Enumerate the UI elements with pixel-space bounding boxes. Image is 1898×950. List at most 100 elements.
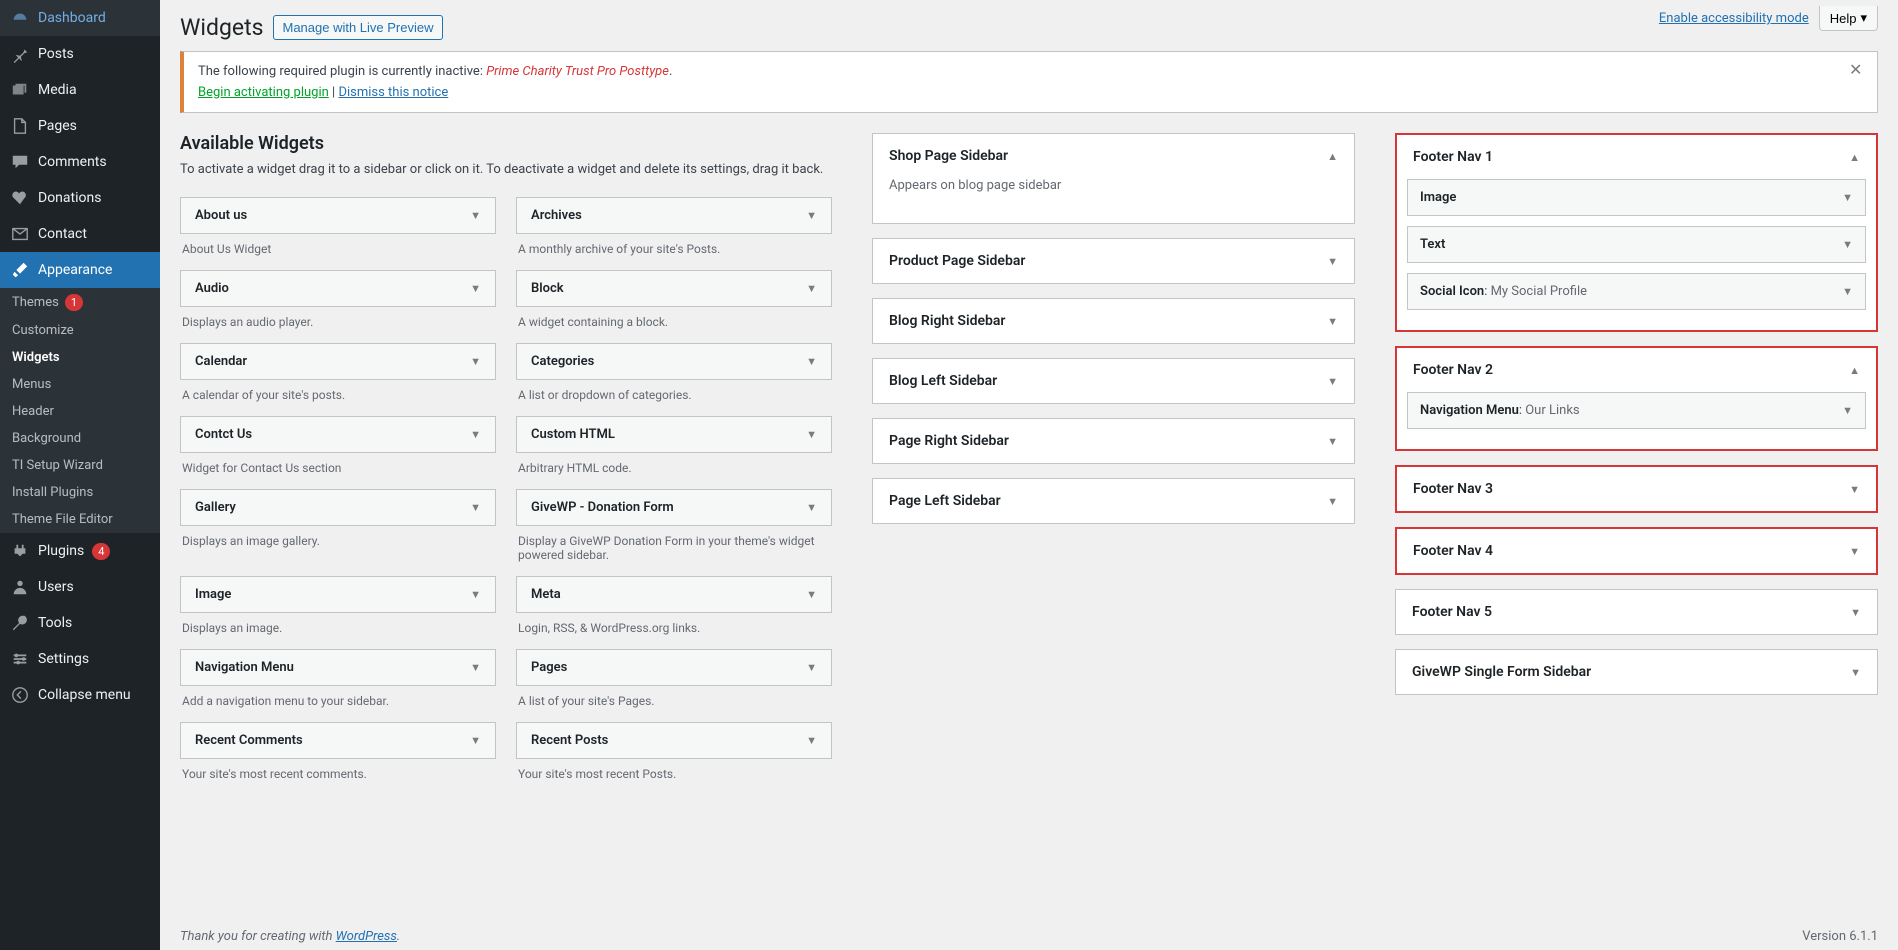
sidebar-item-collapse-menu[interactable]: Collapse menu — [0, 677, 160, 713]
widget-desc: A list of your site's Pages. — [516, 686, 832, 708]
available-widget-navigation-menu[interactable]: Navigation Menu▼ — [180, 649, 496, 686]
help-button[interactable]: Help ▾ — [1819, 6, 1878, 31]
sidebar-item-settings[interactable]: Settings — [0, 641, 160, 677]
settings-icon — [10, 649, 30, 669]
sidebar-item-pages[interactable]: Pages — [0, 108, 160, 144]
widget-area-header[interactable]: Shop Page Sidebar▲ — [873, 134, 1354, 178]
sidebar-item-plugins[interactable]: Plugins4 — [0, 533, 160, 569]
widget-area-header[interactable]: Footer Nav 3▼ — [1397, 467, 1876, 511]
sidebar-item-dashboard[interactable]: Dashboard — [0, 0, 160, 36]
sidebar-sub-customize[interactable]: Customize — [0, 317, 160, 344]
sidebar-sub-ti-setup-wizard[interactable]: TI Setup Wizard — [0, 452, 160, 479]
widget-desc: A monthly archive of your site's Posts. — [516, 234, 832, 256]
widget-area-shop-page-sidebar: Shop Page Sidebar▲Appears on blog page s… — [872, 133, 1355, 224]
sidebar-sub-theme-file-editor[interactable]: Theme File Editor — [0, 506, 160, 533]
widget-area-header[interactable]: Product Page Sidebar▼ — [873, 239, 1354, 283]
widget-desc: Display a GiveWP Donation Form in your t… — [516, 526, 832, 562]
sidebar-item-label: Media — [38, 82, 77, 98]
widget-desc: Displays an image. — [180, 613, 496, 635]
sidebar-item-label: Comments — [38, 154, 107, 170]
available-widget-block[interactable]: Block▼ — [516, 270, 832, 307]
media-icon — [10, 80, 30, 100]
widget-area-header[interactable]: Blog Right Sidebar▼ — [873, 299, 1354, 343]
available-widget-gallery[interactable]: Gallery▼ — [180, 489, 496, 526]
available-widget-calendar[interactable]: Calendar▼ — [180, 343, 496, 380]
begin-activating-link[interactable]: Begin activating plugin — [198, 85, 329, 100]
sidebar-item-comments[interactable]: Comments — [0, 144, 160, 180]
version-text: Version 6.1.1 — [1802, 929, 1878, 944]
manage-live-preview-button[interactable]: Manage with Live Preview — [273, 15, 442, 40]
available-widget-contct-us[interactable]: Contct Us▼ — [180, 416, 496, 453]
sidebar-item-appearance[interactable]: Appearance — [0, 252, 160, 288]
enable-accessibility-link[interactable]: Enable accessibility mode — [1659, 11, 1809, 26]
chevron-down-icon: ▼ — [470, 355, 481, 368]
main-content: Enable accessibility mode Help ▾ Widgets… — [160, 0, 1898, 950]
widget-area-header[interactable]: Footer Nav 5▼ — [1396, 590, 1877, 634]
widget-area-header[interactable]: Page Left Sidebar▼ — [873, 479, 1354, 523]
widget-area-desc: Appears on blog page sidebar — [873, 178, 1354, 223]
widget-area-footer-nav-3: Footer Nav 3▼ — [1395, 465, 1878, 513]
chevron-down-icon: ▼ — [1327, 435, 1338, 448]
close-icon[interactable]: ✕ — [1849, 60, 1869, 80]
dismiss-notice-link[interactable]: Dismiss this notice — [338, 85, 448, 100]
dashboard-icon — [10, 8, 30, 28]
sidebar-item-contact[interactable]: Contact — [0, 216, 160, 252]
chevron-down-icon: ▼ — [470, 282, 481, 295]
sidebar-sub-widgets[interactable]: Widgets — [0, 344, 160, 371]
sidebar-item-users[interactable]: Users — [0, 569, 160, 605]
available-widget-about-us[interactable]: About us▼ — [180, 197, 496, 234]
sidebar-item-tools[interactable]: Tools — [0, 605, 160, 641]
widget-area-header[interactable]: Footer Nav 1▲ — [1397, 135, 1876, 179]
placed-widget-navigation-menu[interactable]: Navigation Menu: Our Links▼ — [1407, 392, 1866, 429]
sidebar-item-label: Pages — [38, 118, 77, 134]
available-widget-recent-posts[interactable]: Recent Posts▼ — [516, 722, 832, 759]
available-widget-audio[interactable]: Audio▼ — [180, 270, 496, 307]
chevron-down-icon: ▼ — [806, 282, 817, 295]
page-title: Widgets — [180, 14, 263, 41]
admin-sidebar: Dashboard Posts Media Pages Comments Donation… — [0, 0, 160, 950]
mail-icon — [10, 224, 30, 244]
sidebar-sub-themes[interactable]: Themes1 — [0, 288, 160, 317]
sidebar-sub-menus[interactable]: Menus — [0, 371, 160, 398]
widget-area-header[interactable]: Blog Left Sidebar▼ — [873, 359, 1354, 403]
chevron-up-icon: ▲ — [1849, 364, 1860, 377]
widget-desc: Displays an audio player. — [180, 307, 496, 329]
tool-icon — [10, 613, 30, 633]
available-widget-givewp-donation-form[interactable]: GiveWP - Donation Form▼ — [516, 489, 832, 526]
available-widget-custom-html[interactable]: Custom HTML▼ — [516, 416, 832, 453]
placed-widget-image[interactable]: Image▼ — [1407, 179, 1866, 216]
available-widget-recent-comments[interactable]: Recent Comments▼ — [180, 722, 496, 759]
widget-area-header[interactable]: GiveWP Single Form Sidebar▼ — [1396, 650, 1877, 694]
sidebar-sub-install-plugins[interactable]: Install Plugins — [0, 479, 160, 506]
placed-widget-social-icon[interactable]: Social Icon: My Social Profile▼ — [1407, 273, 1866, 310]
chevron-down-icon: ▼ — [470, 588, 481, 601]
widget-area-footer-nav-5: Footer Nav 5▼ — [1395, 589, 1878, 635]
heart-icon — [10, 188, 30, 208]
wordpress-link[interactable]: WordPress — [336, 929, 397, 944]
widget-area-header[interactable]: Page Right Sidebar▼ — [873, 419, 1354, 463]
sidebar-item-label: Dashboard — [38, 10, 106, 26]
sidebar-item-label: Appearance — [38, 262, 112, 278]
sidebar-item-label: Settings — [38, 651, 89, 667]
available-widget-meta[interactable]: Meta▼ — [516, 576, 832, 613]
available-widget-image[interactable]: Image▼ — [180, 576, 496, 613]
chevron-down-icon: ▼ — [1850, 666, 1861, 679]
widget-desc: A calendar of your site's posts. — [180, 380, 496, 402]
sidebar-item-media[interactable]: Media — [0, 72, 160, 108]
widget-area-blog-left-sidebar: Blog Left Sidebar▼ — [872, 358, 1355, 404]
sidebar-item-donations[interactable]: Donations — [0, 180, 160, 216]
widget-area-header[interactable]: Footer Nav 2▲ — [1397, 348, 1876, 392]
placed-widget-text[interactable]: Text▼ — [1407, 226, 1866, 263]
widget-desc: Your site's most recent comments. — [180, 759, 496, 781]
available-widget-archives[interactable]: Archives▼ — [516, 197, 832, 234]
sidebar-sub-background[interactable]: Background — [0, 425, 160, 452]
widget-area-header[interactable]: Footer Nav 4▼ — [1397, 529, 1876, 573]
pin-icon — [10, 44, 30, 64]
sidebar-sub-header[interactable]: Header — [0, 398, 160, 425]
chevron-up-icon: ▲ — [1849, 151, 1860, 164]
sidebar-item-posts[interactable]: Posts — [0, 36, 160, 72]
available-widget-pages[interactable]: Pages▼ — [516, 649, 832, 686]
available-widget-categories[interactable]: Categories▼ — [516, 343, 832, 380]
widget-desc: Your site's most recent Posts. — [516, 759, 832, 781]
footer-bar: Thank you for creating with WordPress. V… — [160, 923, 1898, 950]
